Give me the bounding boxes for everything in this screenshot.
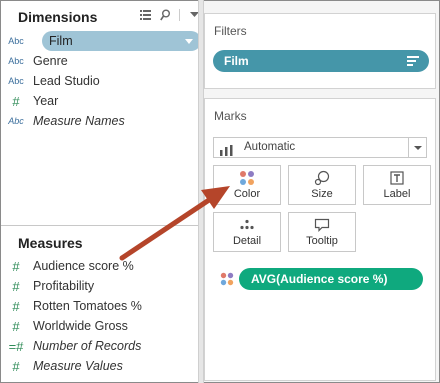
color-dots-icon [220, 272, 234, 286]
field-label: Measure Names [33, 114, 125, 128]
field-label: Number of Records [33, 339, 142, 353]
field-label: Rotten Tomatoes % [33, 299, 142, 313]
number-type-icon: # [12, 258, 20, 274]
number-type-icon: # [12, 93, 20, 109]
toolbar-divider [179, 9, 180, 21]
number-type-icon: # [12, 298, 20, 314]
pill-label: AVG(Audience score %) [251, 272, 388, 286]
field-rotten-tomatoes[interactable]: # Rotten Tomatoes % [1, 296, 196, 316]
detail-label: Detail [232, 235, 262, 247]
filters-title: Filters [214, 24, 247, 38]
color-label: Color [233, 188, 261, 200]
shelves-pane: Filters Film Marks Automatic Color Size [204, 1, 439, 382]
field-label: Genre [33, 54, 68, 68]
color-encoding-row: AVG(Audience score %) [213, 268, 427, 290]
field-label: Measure Values [33, 359, 123, 373]
search-icon[interactable] [159, 9, 171, 21]
automatic-bars-icon [220, 143, 236, 161]
size-label: Size [311, 188, 333, 200]
field-genre[interactable]: Abc Genre [1, 51, 196, 71]
marks-title: Marks [214, 109, 247, 123]
dimensions-toolbar [139, 9, 200, 21]
chevron-down-icon[interactable] [408, 138, 426, 157]
string-type-icon: Abc [8, 56, 24, 66]
avg-audience-score-pill[interactable]: AVG(Audience score %) [239, 268, 423, 290]
film-selected-pill[interactable]: Film [42, 31, 201, 51]
tooltip-button[interactable]: Tooltip [288, 212, 356, 252]
tooltip-icon [289, 217, 355, 233]
calculated-number-icon: =# [8, 338, 24, 354]
film-filter-pill[interactable]: Film [213, 50, 429, 72]
number-type-icon: # [12, 318, 20, 334]
string-type-icon: Abc [8, 36, 24, 46]
string-type-icon: Abc [8, 116, 24, 126]
detail-button[interactable]: Detail [213, 212, 281, 252]
detail-icon [214, 217, 280, 233]
label-icon [364, 170, 430, 186]
marks-card: Marks Automatic Color Size Label Detail … [204, 98, 436, 381]
field-worldwide-gross[interactable]: # Worldwide Gross [1, 316, 196, 336]
tooltip-label: Tooltip [306, 235, 338, 247]
field-label: Profitability [33, 279, 95, 293]
field-number-of-records[interactable]: =# Number of Records [1, 336, 196, 356]
field-label: Film [49, 34, 73, 48]
data-pane: Dimensions Abc Film Abc Genre Abc Lead S… [1, 1, 201, 382]
size-button[interactable]: Size [288, 165, 356, 205]
label-label: Label [383, 188, 411, 200]
mark-type-label: Automatic [244, 141, 296, 153]
string-type-icon: Abc [8, 76, 24, 86]
dimensions-title: Dimensions [18, 9, 98, 25]
field-lead-studio[interactable]: Abc Lead Studio [1, 71, 196, 91]
number-type-icon: # [12, 278, 20, 294]
field-label: Year [33, 94, 59, 108]
pane-divider [1, 225, 198, 226]
field-profitability[interactable]: # Profitability [1, 276, 196, 296]
size-icon [289, 170, 355, 186]
field-measure-values[interactable]: # Measure Values [1, 356, 196, 376]
mark-type-dropdown[interactable]: Automatic [213, 137, 427, 158]
filter-sort-icon [407, 56, 419, 66]
field-year[interactable]: # Year [1, 91, 196, 111]
field-measure-names[interactable]: Abc Measure Names [1, 111, 196, 131]
filter-label: Film [224, 54, 249, 68]
label-button[interactable]: Label [363, 165, 431, 205]
number-type-icon: # [12, 358, 20, 374]
filters-card: Filters Film [204, 13, 436, 89]
field-audience-score[interactable]: # Audience score % [1, 256, 196, 276]
color-dots-icon [214, 170, 280, 186]
field-label: Audience score % [33, 259, 134, 273]
field-label: Worldwide Gross [33, 319, 128, 333]
view-toggle-icon[interactable] [139, 9, 151, 21]
color-button[interactable]: Color [213, 165, 281, 205]
field-label: Lead Studio [33, 74, 100, 88]
measures-title: Measures [18, 235, 83, 251]
chevron-down-icon[interactable] [185, 39, 193, 44]
